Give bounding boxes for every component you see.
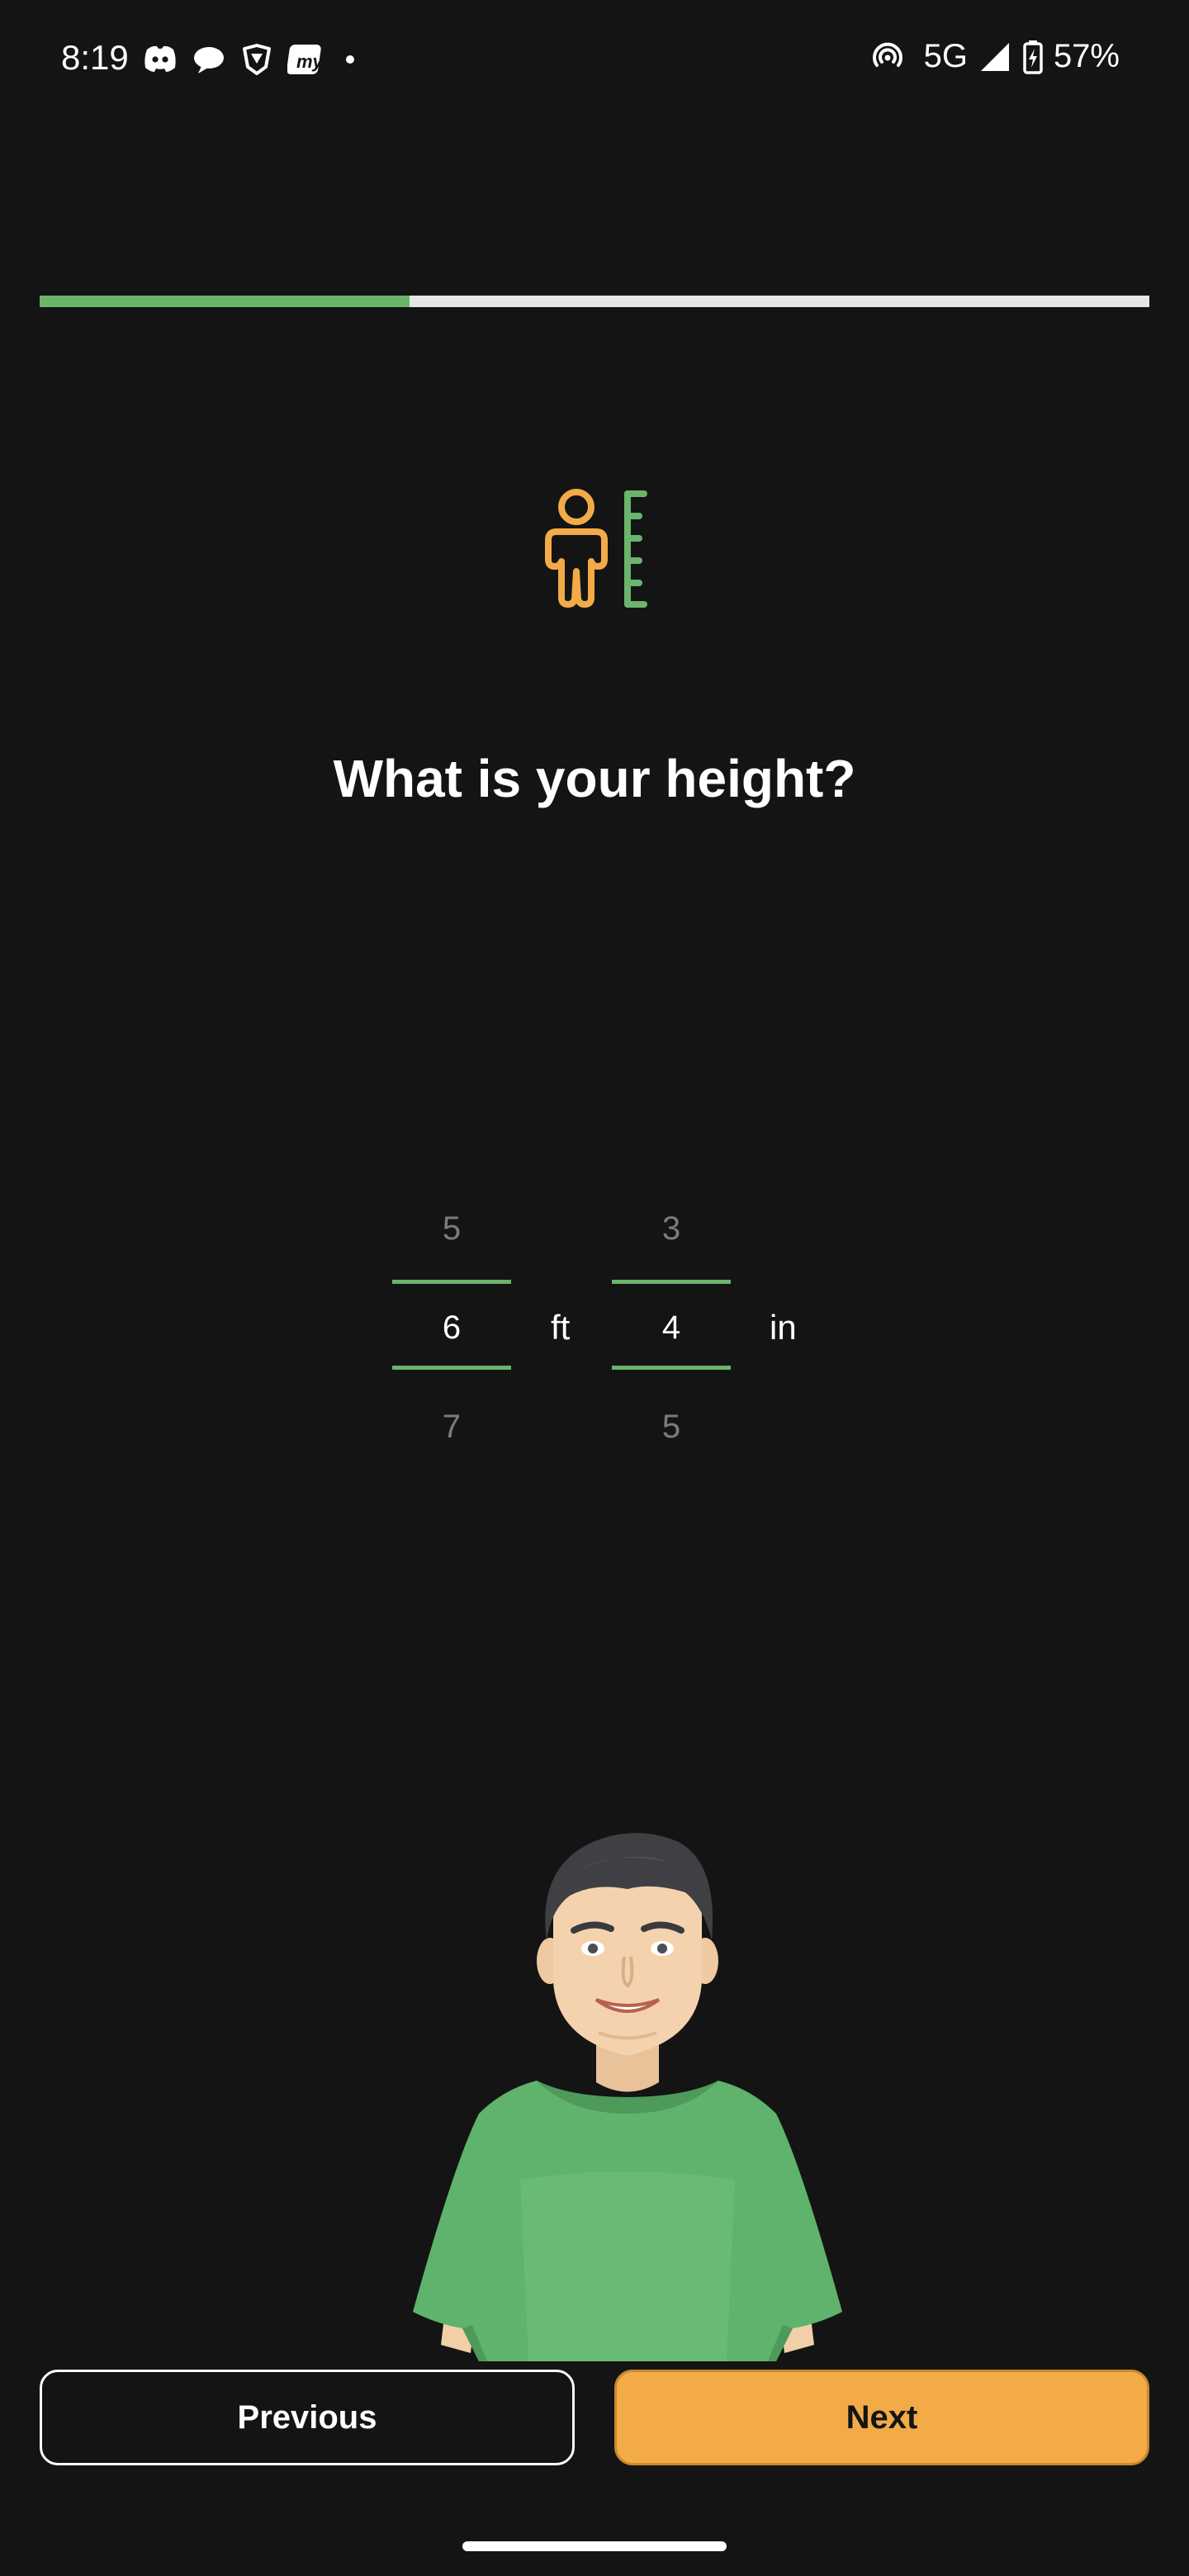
- status-time: 8:19: [61, 38, 129, 77]
- battery-percent: 57%: [1053, 38, 1120, 74]
- feet-selected-value[interactable]: 6: [392, 1309, 511, 1347]
- feet-unit-label: ft: [551, 1308, 571, 1347]
- brave-browser-icon: [239, 42, 274, 77]
- home-indicator[interactable]: [462, 2541, 727, 2551]
- discord-icon: [142, 43, 178, 76]
- feet-option-below[interactable]: 7: [392, 1409, 511, 1446]
- inches-unit-label: in: [770, 1308, 797, 1347]
- notification-dot-icon: [339, 43, 362, 76]
- question-title: What is your height?: [333, 749, 856, 808]
- avatar-illustration: [405, 1816, 850, 2361]
- myntra-icon: my: [287, 41, 325, 78]
- status-bar: 8:19 my 5G 57%: [0, 0, 1189, 116]
- inches-picker[interactable]: 3 4 5: [612, 1197, 731, 1461]
- inches-option-above[interactable]: 3: [612, 1210, 731, 1248]
- feet-option-above[interactable]: 5: [392, 1210, 511, 1248]
- inches-selected-value[interactable]: 4: [612, 1309, 731, 1347]
- notification-icons: my: [142, 40, 362, 79]
- person-height-ruler-icon: [545, 489, 652, 608]
- inches-option-below[interactable]: 5: [612, 1409, 731, 1446]
- onboarding-progress-bar: [40, 296, 1149, 307]
- inches-selection-top-line: [612, 1280, 731, 1284]
- network-type: 5G: [923, 38, 968, 74]
- feet-picker[interactable]: 5 6 7: [392, 1197, 511, 1461]
- progress-fill: [40, 296, 410, 307]
- battery-charging-icon: [1022, 39, 1044, 75]
- feet-selection-bottom-line: [392, 1366, 511, 1370]
- system-status: 5G 57%: [869, 38, 1120, 75]
- previous-button[interactable]: Previous: [40, 2370, 575, 2465]
- svg-text:my: my: [296, 51, 324, 72]
- feet-selection-top-line: [392, 1280, 511, 1284]
- hotspot-icon: [869, 39, 906, 75]
- chat-bubble-icon: [192, 43, 226, 76]
- next-button[interactable]: Next: [614, 2370, 1149, 2465]
- inches-selection-bottom-line: [612, 1366, 731, 1370]
- cell-signal-icon: [978, 40, 1012, 74]
